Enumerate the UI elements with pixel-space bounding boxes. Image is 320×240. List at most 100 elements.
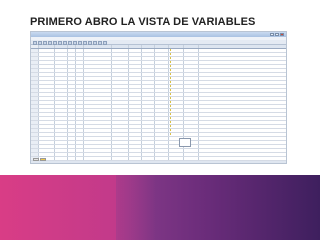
table-cell[interactable] xyxy=(55,133,68,136)
table-cell[interactable] xyxy=(155,97,169,100)
table-cell[interactable] xyxy=(112,81,129,84)
table-cell[interactable] xyxy=(155,121,169,124)
table-cell[interactable] xyxy=(76,97,84,100)
table-cell[interactable] xyxy=(55,73,68,76)
table-cell[interactable] xyxy=(39,113,55,116)
value-popup[interactable] xyxy=(179,138,191,147)
table-cell[interactable] xyxy=(129,65,142,68)
close-icon[interactable] xyxy=(280,33,284,36)
table-cell[interactable] xyxy=(184,65,199,68)
insert-variable-icon[interactable] xyxy=(83,40,87,45)
split-file-icon[interactable] xyxy=(88,40,92,45)
table-cell[interactable] xyxy=(142,149,155,152)
table-cell[interactable] xyxy=(142,153,155,156)
column-header[interactable] xyxy=(155,45,169,48)
column-header[interactable] xyxy=(84,45,112,48)
table-cell[interactable] xyxy=(112,89,129,92)
table-cell[interactable] xyxy=(84,49,112,52)
table-cell[interactable] xyxy=(142,133,155,136)
table-cell[interactable] xyxy=(155,157,169,160)
table-cell[interactable] xyxy=(76,157,84,160)
table-cell[interactable] xyxy=(76,77,84,80)
table-cell[interactable] xyxy=(169,89,184,92)
table-cell[interactable] xyxy=(155,69,169,72)
table-cell[interactable] xyxy=(68,65,76,68)
table-cell[interactable] xyxy=(84,73,112,76)
table-cell[interactable] xyxy=(142,77,155,80)
table-cell[interactable] xyxy=(84,141,112,144)
table-cell[interactable] xyxy=(129,109,142,112)
table-cell[interactable] xyxy=(39,53,55,56)
table-cell[interactable] xyxy=(39,129,55,132)
table-cell[interactable] xyxy=(184,61,199,64)
table-cell[interactable] xyxy=(155,77,169,80)
table-cell[interactable] xyxy=(68,125,76,128)
table-cell[interactable] xyxy=(169,77,184,80)
table-cell[interactable] xyxy=(169,121,184,124)
table-cell[interactable] xyxy=(84,77,112,80)
table-cell[interactable] xyxy=(55,89,68,92)
table-cell[interactable] xyxy=(55,101,68,104)
table-cell[interactable] xyxy=(39,117,55,120)
save-icon[interactable] xyxy=(38,40,42,45)
table-cell[interactable] xyxy=(155,73,169,76)
table-cell[interactable] xyxy=(39,101,55,104)
table-cell[interactable] xyxy=(155,57,169,60)
select-cases-icon[interactable] xyxy=(98,40,102,45)
table-cell[interactable] xyxy=(184,153,199,156)
table-cell[interactable] xyxy=(155,109,169,112)
table-cell[interactable] xyxy=(112,109,129,112)
table-cell[interactable] xyxy=(112,101,129,104)
table-cell[interactable] xyxy=(142,73,155,76)
table-cell[interactable] xyxy=(142,121,155,124)
table-cell[interactable] xyxy=(169,69,184,72)
table-cell[interactable] xyxy=(155,89,169,92)
table-cell[interactable] xyxy=(84,113,112,116)
table-cell[interactable] xyxy=(68,137,76,140)
table-cell[interactable] xyxy=(55,153,68,156)
column-header[interactable] xyxy=(112,45,129,48)
column-header[interactable] xyxy=(68,45,76,48)
table-cell[interactable] xyxy=(112,73,129,76)
table-cell[interactable] xyxy=(112,77,129,80)
table-cell[interactable] xyxy=(112,141,129,144)
table-cell[interactable] xyxy=(112,97,129,100)
table-cell[interactable] xyxy=(169,65,184,68)
table-cell[interactable] xyxy=(55,69,68,72)
print-icon[interactable] xyxy=(43,40,47,45)
table-cell[interactable] xyxy=(169,113,184,116)
table-cell[interactable] xyxy=(84,57,112,60)
table-cell[interactable] xyxy=(76,93,84,96)
table-cell[interactable] xyxy=(169,49,184,52)
table-cell[interactable] xyxy=(169,93,184,96)
redo-icon[interactable] xyxy=(58,40,62,45)
table-cell[interactable] xyxy=(84,53,112,56)
weight-cases-icon[interactable] xyxy=(93,40,97,45)
table-cell[interactable] xyxy=(112,113,129,116)
table-cell[interactable] xyxy=(68,101,76,104)
table-cell[interactable] xyxy=(155,49,169,52)
table-cell[interactable] xyxy=(55,53,68,56)
table-cell[interactable] xyxy=(84,137,112,140)
open-icon[interactable] xyxy=(33,40,37,45)
table-cell[interactable] xyxy=(68,49,76,52)
table-cell[interactable] xyxy=(55,149,68,152)
table-cell[interactable] xyxy=(39,133,55,136)
table-cell[interactable] xyxy=(129,145,142,148)
table-cell[interactable] xyxy=(76,125,84,128)
table-cell[interactable] xyxy=(68,117,76,120)
table-cell[interactable] xyxy=(39,141,55,144)
table-cell[interactable] xyxy=(55,77,68,80)
column-header[interactable] xyxy=(129,45,142,48)
table-cell[interactable] xyxy=(142,125,155,128)
table-cell[interactable] xyxy=(68,153,76,156)
table-cell[interactable] xyxy=(112,85,129,88)
table-cell[interactable] xyxy=(112,69,129,72)
table-cell[interactable] xyxy=(84,121,112,124)
table-cell[interactable] xyxy=(55,61,68,64)
table-cell[interactable] xyxy=(55,97,68,100)
table-cell[interactable] xyxy=(84,149,112,152)
table-cell[interactable] xyxy=(76,65,84,68)
table-cell[interactable] xyxy=(39,77,55,80)
table-cell[interactable] xyxy=(184,149,199,152)
